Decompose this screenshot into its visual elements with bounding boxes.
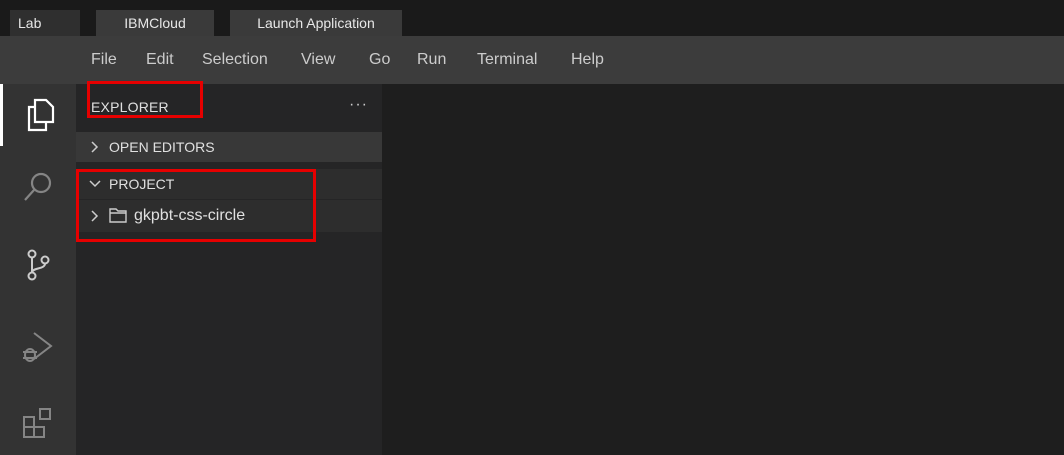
menu-edit[interactable]: Edit xyxy=(146,36,174,84)
lab-tab-ibmcloud[interactable]: IBMCloud xyxy=(96,10,214,36)
run-debug-icon xyxy=(21,330,55,364)
section-open-editors-label: OPEN EDITORS xyxy=(109,139,215,155)
menu-bar: File Edit Selection View Go Run Terminal… xyxy=(0,36,1064,84)
extensions-icon xyxy=(21,406,55,440)
source-control-icon xyxy=(23,248,53,282)
highlight-explorer-title xyxy=(87,81,203,118)
activity-source-control[interactable] xyxy=(0,234,76,296)
lab-tab-strip: Lab IBMCloud Launch Application xyxy=(0,0,1064,36)
section-open-editors[interactable]: OPEN EDITORS xyxy=(76,132,382,162)
explorer-sidebar: EXPLORER ··· OPEN EDITORS PROJECT gkpbt-… xyxy=(76,84,382,455)
menu-terminal[interactable]: Terminal xyxy=(477,36,537,84)
lab-tab-launch-application[interactable]: Launch Application xyxy=(230,10,402,36)
editor-area xyxy=(382,84,1064,455)
activity-extensions[interactable] xyxy=(0,392,76,454)
menu-selection[interactable]: Selection xyxy=(202,36,268,84)
more-actions-button[interactable]: ··· xyxy=(349,96,368,114)
menu-file[interactable]: File xyxy=(91,36,117,84)
chevron-right-icon xyxy=(91,141,99,153)
activity-bar xyxy=(0,84,76,455)
menu-go[interactable]: Go xyxy=(369,36,390,84)
menu-run[interactable]: Run xyxy=(417,36,446,84)
menu-help[interactable]: Help xyxy=(571,36,604,84)
search-icon xyxy=(23,171,53,203)
lab-tab-lab[interactable]: Lab xyxy=(10,10,80,36)
highlight-project-section xyxy=(76,169,316,242)
explorer-icon xyxy=(25,98,55,132)
activity-search[interactable] xyxy=(0,156,76,218)
activity-run-debug[interactable] xyxy=(0,316,76,378)
menu-view[interactable]: View xyxy=(301,36,335,84)
activity-explorer[interactable] xyxy=(0,84,76,146)
